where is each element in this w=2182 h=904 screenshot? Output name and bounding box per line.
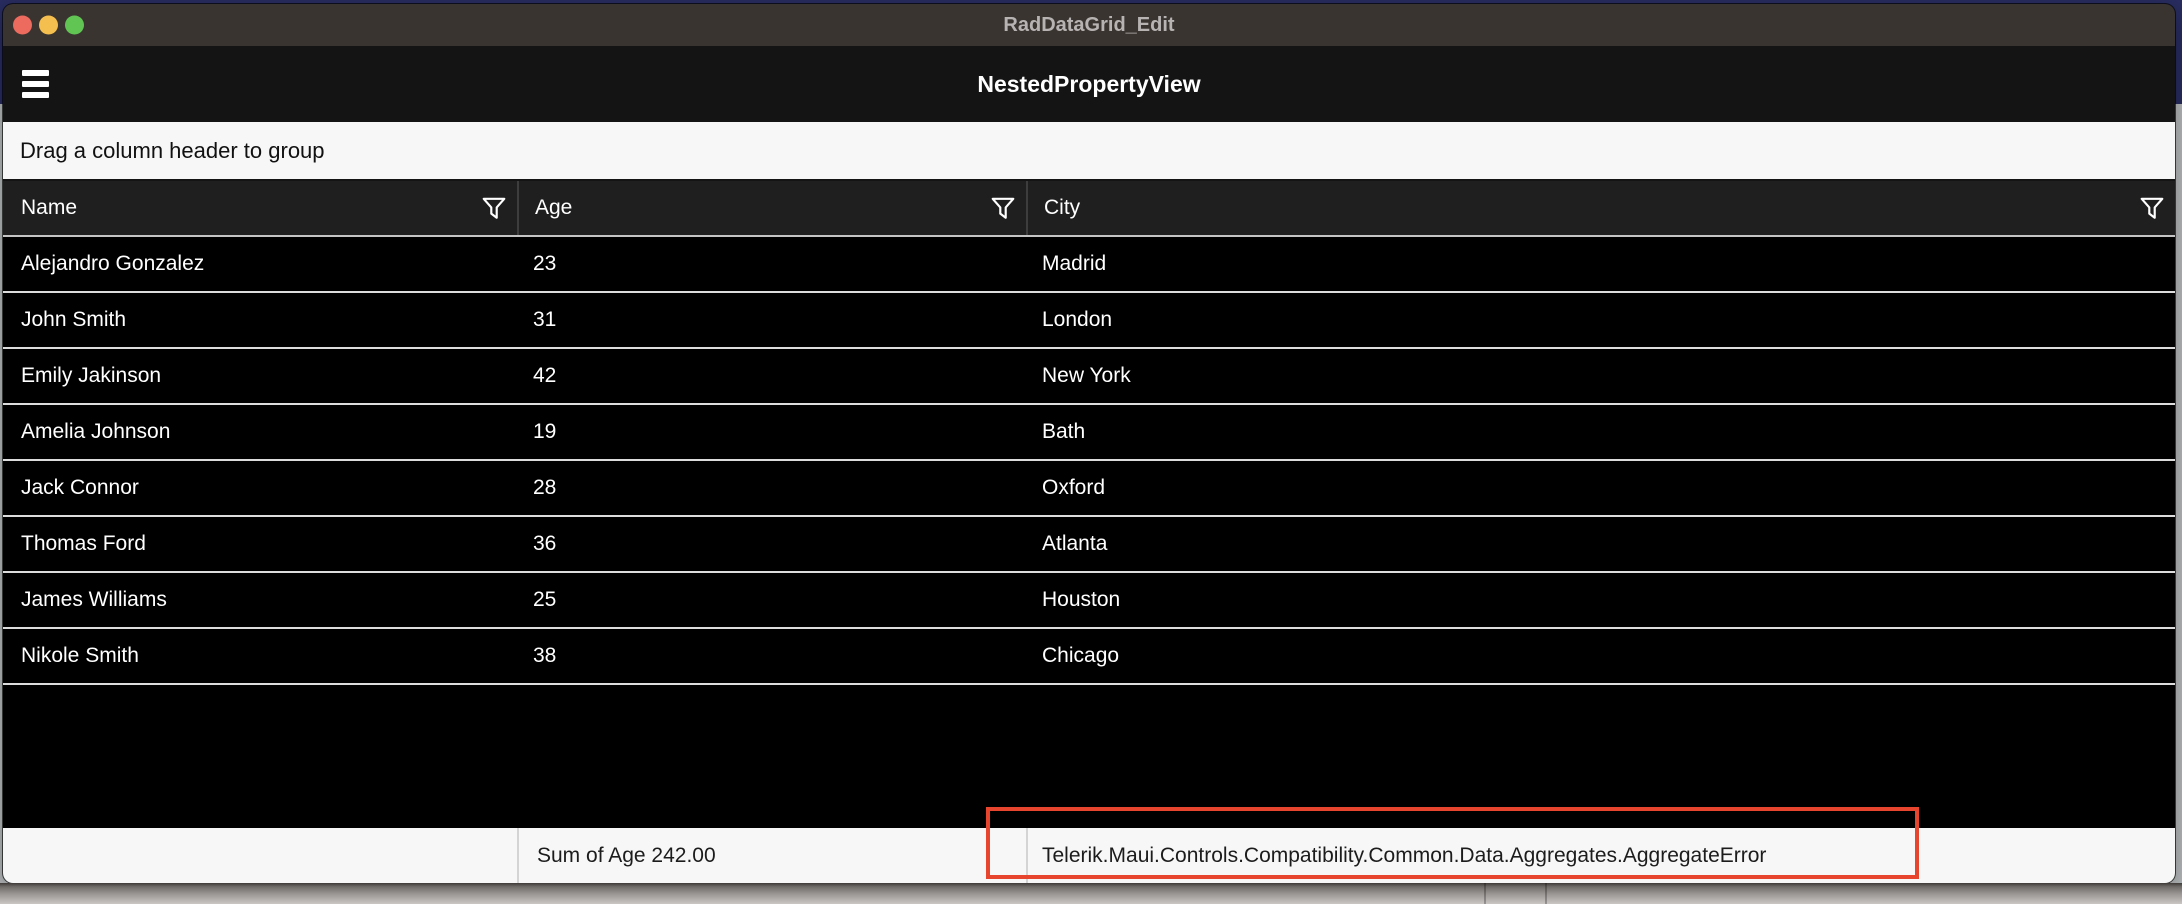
strip-divider [1545,883,1547,904]
background-window-strip [0,883,2182,904]
name-cell[interactable]: Thomas Ford [3,517,517,571]
name-cell[interactable]: Alejandro Gonzalez [3,237,517,291]
city-cell[interactable]: Madrid [1026,237,2175,291]
name-cell[interactable]: John Smith [3,293,517,347]
app-window: RadDataGrid_Edit NestedPropertyView Drag… [3,4,2175,883]
zoom-button-icon[interactable] [65,16,84,35]
age-cell[interactable]: 19 [517,405,1026,459]
hamburger-icon[interactable] [22,70,49,98]
filter-funnel-icon[interactable] [2139,195,2165,221]
table-row[interactable]: Jack Connor 28 Oxford [3,461,2175,517]
age-cell[interactable]: 42 [517,349,1026,403]
city-cell[interactable]: Houston [1026,573,2175,627]
age-cell[interactable]: 36 [517,517,1026,571]
table-row[interactable]: John Smith 31 London [3,293,2175,349]
age-cell[interactable]: 23 [517,237,1026,291]
filter-funnel-icon[interactable] [990,195,1016,221]
table-row[interactable]: Emily Jakinson 42 New York [3,349,2175,405]
group-drop-hint: Drag a column header to group [20,138,325,164]
footer-age-aggregate: Sum of Age 242.00 [517,828,1026,883]
column-header-city[interactable]: City [1026,181,2175,235]
grid-body: Alejandro Gonzalez 23 Madrid John Smith … [3,237,2175,685]
column-header-label: City [1044,196,1080,220]
minimize-button-icon[interactable] [39,16,58,35]
name-cell[interactable]: Nikole Smith [3,629,517,683]
app-nav-bar: NestedPropertyView [3,46,2175,122]
city-cell[interactable]: Atlanta [1026,517,2175,571]
close-button-icon[interactable] [13,16,32,35]
city-cell[interactable]: Oxford [1026,461,2175,515]
footer-city-aggregate: Telerik.Maui.Controls.Compatibility.Comm… [1026,828,2175,883]
column-header-label: Name [21,196,77,220]
city-cell[interactable]: Chicago [1026,629,2175,683]
name-cell[interactable]: Amelia Johnson [3,405,517,459]
table-row[interactable]: James Williams 25 Houston [3,573,2175,629]
table-row[interactable]: Nikole Smith 38 Chicago [3,629,2175,685]
city-cell[interactable]: Bath [1026,405,2175,459]
city-cell[interactable]: New York [1026,349,2175,403]
age-cell[interactable]: 31 [517,293,1026,347]
age-cell[interactable]: 28 [517,461,1026,515]
age-cell[interactable]: 25 [517,573,1026,627]
traffic-lights [13,16,84,35]
column-header-name[interactable]: Name [3,181,517,235]
name-cell[interactable]: Emily Jakinson [3,349,517,403]
group-drop-bar[interactable]: Drag a column header to group [3,122,2175,181]
page-title: NestedPropertyView [3,71,2175,98]
table-row[interactable]: Amelia Johnson 19 Bath [3,405,2175,461]
footer-name-cell [3,828,517,883]
age-cell[interactable]: 38 [517,629,1026,683]
table-row[interactable]: Alejandro Gonzalez 23 Madrid [3,237,2175,293]
grid-empty-area [3,685,2175,828]
grid-header-row: Name Age City [3,181,2175,237]
table-row[interactable]: Thomas Ford 36 Atlanta [3,517,2175,573]
column-header-label: Age [535,196,572,220]
column-header-age[interactable]: Age [517,181,1026,235]
window-title: RadDataGrid_Edit [3,14,2175,37]
filter-funnel-icon[interactable] [481,195,507,221]
window-title-bar[interactable]: RadDataGrid_Edit [3,4,2175,46]
name-cell[interactable]: James Williams [3,573,517,627]
grid-footer-row: Sum of Age 242.00 Telerik.Maui.Controls.… [3,828,2175,883]
strip-divider [1484,883,1486,904]
name-cell[interactable]: Jack Connor [3,461,517,515]
city-cell[interactable]: London [1026,293,2175,347]
